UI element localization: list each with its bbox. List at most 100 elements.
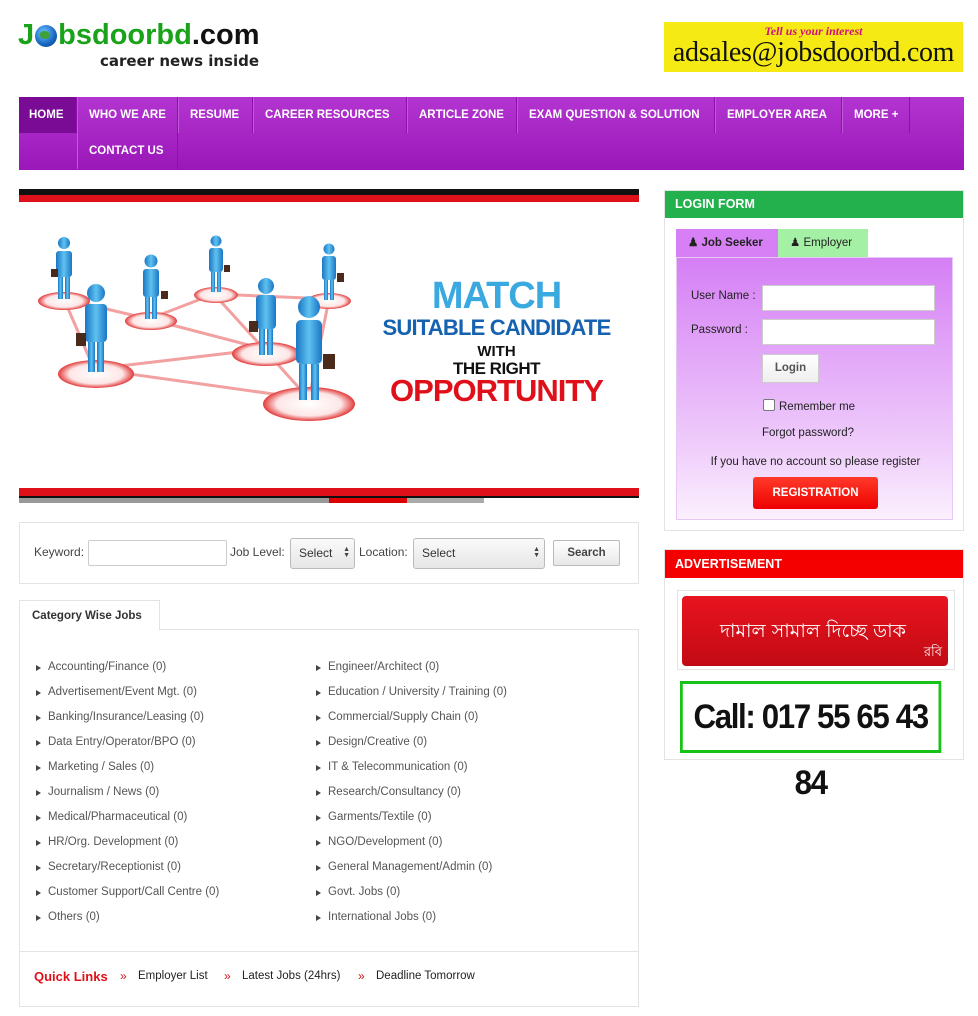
category-link[interactable]: Banking/Insurance/Leasing (0) xyxy=(34,710,219,735)
nav-resume[interactable]: RESUME xyxy=(178,97,253,133)
quick-links-title: Quick Links xyxy=(34,969,108,984)
category-link[interactable]: Others (0) xyxy=(34,910,219,935)
advertisement-header: ADVERTISEMENT xyxy=(665,550,963,578)
keyword-input[interactable] xyxy=(88,540,227,566)
network-people-illustration xyxy=(38,235,355,421)
robi-ad-banner[interactable]: দামাল সামাল দিচ্ছে ডাক রবি xyxy=(677,590,955,670)
tab-category-wise-jobs[interactable]: Category Wise Jobs xyxy=(19,600,160,631)
call-ad-banner[interactable]: Call: 017 55 65 43 84 xyxy=(680,681,942,802)
site-logo[interactable]: Jbsdoorbd.com career news inside xyxy=(18,18,328,74)
quick-link-deadline-tomorrow[interactable]: Deadline Tomorrow xyxy=(376,970,475,982)
slider-headline-opportunity: OPPORTUNITY xyxy=(390,373,604,408)
tab-employer-label: Employer xyxy=(803,237,853,249)
username-input[interactable] xyxy=(762,285,935,311)
login-button[interactable]: Login xyxy=(762,354,819,383)
job-level-select[interactable]: Select ▲ ▼ xyxy=(290,538,355,569)
category-link[interactable]: International Jobs (0) xyxy=(314,910,507,935)
quick-links-bar: Quick Links » Employer List » Latest Job… xyxy=(20,951,638,1007)
robi-ad-inner: দামাল সামাল দিচ্ছে ডাক রবি xyxy=(682,596,948,666)
nav-who-we-are[interactable]: WHO WE ARE xyxy=(77,97,178,133)
category-link[interactable]: Garments/Textile (0) xyxy=(314,810,507,835)
quick-link-separator: » xyxy=(120,969,127,983)
location-select[interactable]: Select ▲ ▼ xyxy=(413,538,545,569)
search-button[interactable]: Search xyxy=(553,540,620,566)
nav-career-resources[interactable]: CAREER RESOURCES xyxy=(253,97,407,133)
category-link[interactable]: Secretary/Receptionist (0) xyxy=(34,860,219,885)
category-link[interactable]: IT & Telecommunication (0) xyxy=(314,760,507,785)
tab-job-seeker[interactable]: ♟ Job Seeker xyxy=(676,229,778,257)
category-link[interactable]: Medical/Pharmaceutical (0) xyxy=(34,810,219,835)
nav-exam-question[interactable]: EXAM QUESTION & SOLUTION xyxy=(517,97,715,133)
login-form-header: LOGIN FORM xyxy=(665,191,963,218)
job-search-bar: Keyword: Job Level: Select ▲ ▼ Location: … xyxy=(19,522,639,584)
hero-slider[interactable]: MATCH SUITABLE CANDIDATE WITH THE RIGHT … xyxy=(19,189,639,503)
category-link[interactable]: Engineer/Architect (0) xyxy=(314,660,507,685)
category-panel: Accounting/Finance (0) Advertisement/Even… xyxy=(19,629,639,1007)
category-link[interactable]: Research/Consultancy (0) xyxy=(314,785,507,810)
robi-brand-logo: রবি xyxy=(923,645,942,660)
slider-bottom-red-bar xyxy=(19,488,639,496)
category-link[interactable]: Accounting/Finance (0) xyxy=(34,660,219,685)
category-link[interactable]: Customer Support/Call Centre (0) xyxy=(34,885,219,910)
select-arrows-icon: ▲ ▼ xyxy=(343,546,350,559)
slider-headline-match: MATCH xyxy=(431,275,562,317)
category-link[interactable]: Marketing / Sales (0) xyxy=(34,760,219,785)
nav-employer-area[interactable]: EMPLOYER AREA xyxy=(715,97,842,133)
slider-headline-with: WITH xyxy=(477,343,516,360)
category-link[interactable]: Advertisement/Event Mgt. (0) xyxy=(34,685,219,710)
quick-link-latest-jobs[interactable]: Latest Jobs (24hrs) xyxy=(242,970,340,982)
category-link[interactable]: Journalism / News (0) xyxy=(34,785,219,810)
category-link[interactable]: NGO/Development (0) xyxy=(314,835,507,860)
remember-me-checkbox[interactable] xyxy=(763,399,775,411)
job-level-label: Job Level: xyxy=(230,545,285,559)
nav-contact-us[interactable]: CONTACT US xyxy=(77,133,178,169)
remember-me-label: Remember me xyxy=(779,401,856,413)
category-link[interactable]: Education / University / Training (0) xyxy=(314,685,507,710)
top-ad-email: adsales@jobsdoorbd.com xyxy=(672,37,955,68)
forgot-password-link[interactable]: Forgot password? xyxy=(762,427,854,439)
slider-top-red-bar xyxy=(19,195,639,202)
tab-job-seeker-label: Job Seeker xyxy=(701,237,763,249)
login-form-box: LOGIN FORM ♟ Job Seeker ♟ Employer User … xyxy=(664,190,964,531)
category-link[interactable]: HR/Org. Development (0) xyxy=(34,835,219,860)
register-note: If you have no account so please registe… xyxy=(710,456,921,468)
category-link[interactable]: Commercial/Supply Chain (0) xyxy=(314,710,507,735)
slider-progress-active[interactable] xyxy=(329,498,407,503)
nav-article-zone[interactable]: ARTICLE ZONE xyxy=(407,97,517,133)
logo-domain: .com xyxy=(191,19,260,51)
job-level-value: Select xyxy=(299,546,333,560)
main-navigation: HOME WHO WE ARE RESUME CAREER RESOURCES … xyxy=(19,97,964,170)
user-icon: ♟ xyxy=(790,237,801,249)
category-link[interactable]: Data Entry/Operator/BPO (0) xyxy=(34,735,219,760)
password-input[interactable] xyxy=(762,319,935,345)
slider-progress-track xyxy=(19,498,329,503)
select-arrows-icon: ▲ ▼ xyxy=(533,546,540,559)
nav-more[interactable]: MORE + xyxy=(842,97,910,133)
advertisement-box: ADVERTISEMENT দামাল সামাল দিচ্ছে ডাক রবি… xyxy=(664,549,964,802)
nav-home[interactable]: HOME xyxy=(19,97,77,133)
quick-link-employer-list[interactable]: Employer List xyxy=(138,970,208,982)
top-banner-ad[interactable]: Tell us your interest adsales@jobsdoorbd… xyxy=(664,22,963,72)
quick-link-separator: » xyxy=(224,969,231,983)
category-link[interactable]: Govt. Jobs (0) xyxy=(314,885,507,910)
logo-letter-j: J xyxy=(18,19,35,51)
username-label: User Name : xyxy=(691,290,756,302)
login-panel: User Name : Password : Login Remember me… xyxy=(676,257,953,520)
tab-employer[interactable]: ♟ Employer xyxy=(778,229,868,257)
slider-progress-next[interactable] xyxy=(407,498,484,503)
slider-headline-candidate: SUITABLE CANDIDATE xyxy=(382,315,612,340)
globe-icon xyxy=(35,25,58,47)
category-link[interactable]: Design/Creative (0) xyxy=(314,735,507,760)
logo-text: bsdoorbd xyxy=(58,19,192,51)
keyword-label: Keyword: xyxy=(34,545,85,559)
category-link[interactable]: General Management/Admin (0) xyxy=(314,860,507,885)
robi-ad-text: দামাল সামাল দিচ্ছে ডাক xyxy=(720,620,906,642)
category-list-right: Engineer/Architect (0) Education / Univer… xyxy=(314,660,507,935)
logo-tagline: career news inside xyxy=(100,52,260,70)
password-label: Password : xyxy=(691,324,748,336)
registration-button[interactable]: REGISTRATION xyxy=(753,477,878,509)
location-value: Select xyxy=(422,546,456,560)
quick-link-separator: » xyxy=(358,969,365,983)
user-icon: ♟ xyxy=(688,237,699,249)
category-list-left: Accounting/Finance (0) Advertisement/Even… xyxy=(34,660,219,935)
